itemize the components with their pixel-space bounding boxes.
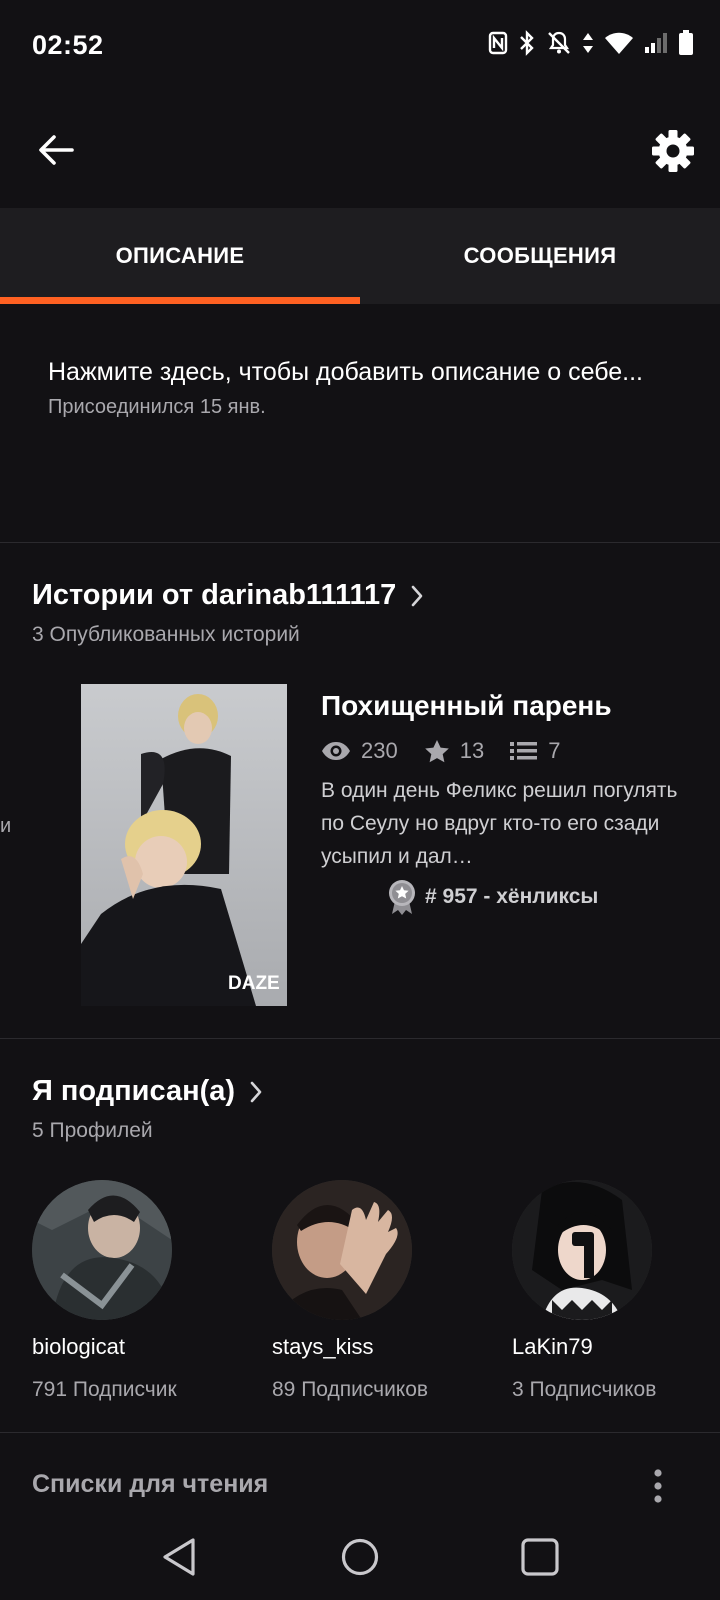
profile-followers: 791 Подписчик [32, 1378, 177, 1401]
star-icon [424, 740, 449, 763]
notifications-off-icon [546, 30, 572, 56]
profile-card[interactable]: biologicat 791 Подписчик [32, 1180, 252, 1402]
divider [0, 542, 720, 543]
parts-count: 7 [548, 738, 561, 763]
story-description: В один день Феликс решил погулять по Сеу… [321, 779, 678, 868]
add-description-prompt[interactable]: Нажмите здесь, чтобы добавить описание о… [48, 352, 688, 392]
arrow-left-icon [39, 135, 74, 165]
views-count: 230 [361, 738, 398, 763]
joined-date: Присоединился 15 янв. [48, 396, 266, 418]
stories-count: 3 Опубликованных историй [32, 623, 300, 646]
chevron-right-icon [250, 1081, 262, 1102]
gear-icon [652, 130, 694, 172]
divider [0, 1038, 720, 1039]
back-button[interactable] [34, 128, 78, 172]
avatar [32, 1180, 172, 1320]
profile-tabs: ОПИСАНИЕ СООБЩЕНИЯ [0, 208, 720, 304]
system-navigation-bar [0, 1516, 720, 1600]
nfc-icon [488, 31, 508, 55]
chevron-right-icon [412, 585, 423, 606]
story-rank[interactable]: # 957 - хёнликсы [387, 879, 691, 915]
nav-back-button[interactable] [155, 1532, 205, 1582]
active-tab-indicator [0, 297, 360, 304]
nav-home-button[interactable] [335, 1532, 385, 1582]
story-rank-label: # 957 - хёнликсы [425, 885, 599, 908]
divider [0, 1432, 720, 1433]
settings-button[interactable] [650, 128, 696, 174]
home-circle-icon [341, 1538, 379, 1576]
votes-stat: 13 [424, 738, 484, 764]
more-options-button[interactable] [648, 1466, 668, 1506]
eye-icon [322, 742, 350, 760]
about-section: Нажмите здесь, чтобы добавить описание о… [48, 352, 688, 419]
signal-icon [644, 32, 668, 54]
stories-section-title: Истории от darinab111117 [32, 579, 397, 611]
story-title: Похищенный парень [321, 690, 612, 721]
data-arrows-icon [582, 31, 594, 55]
profile-card[interactable]: stays_kiss 89 Подписчиков [272, 1180, 492, 1402]
back-triangle-icon [163, 1538, 195, 1576]
status-time: 02:52 [32, 30, 104, 60]
status-icons [488, 30, 694, 56]
profile-followers: 3 Подписчиков [512, 1378, 657, 1401]
battery-icon [678, 30, 694, 56]
profile-name: stays_kiss [272, 1334, 374, 1359]
profile-name: biologicat [32, 1334, 125, 1359]
nav-recents-button[interactable] [515, 1532, 565, 1582]
following-section-header[interactable]: Я подписан(а) [32, 1075, 263, 1108]
following-section-title: Я подписан(а) [32, 1075, 236, 1107]
previous-story-edge-text: и [0, 815, 12, 837]
story-stats: 230 13 7 [321, 738, 691, 764]
following-count: 5 Профилей [32, 1119, 153, 1142]
status-bar: 02:52 [0, 0, 720, 100]
bluetooth-icon [518, 30, 536, 56]
avatar [272, 1180, 412, 1320]
avatar [512, 1180, 652, 1320]
recents-square-icon [521, 1538, 559, 1576]
wifi-icon [604, 31, 634, 55]
parts-stat: 7 [510, 738, 560, 764]
profile-followers: 89 Подписчиков [272, 1378, 429, 1401]
story-cover[interactable]: DAZE [81, 684, 287, 1006]
award-ribbon-icon [389, 880, 415, 915]
profile-card[interactable]: LaKin79 3 Подписчиков [512, 1180, 720, 1402]
list-icon [510, 742, 538, 760]
profile-name: LaKin79 [512, 1334, 593, 1359]
stories-section-header[interactable]: Истории от darinab111117 [32, 579, 424, 612]
tab-messages[interactable]: СООБЩЕНИЯ [360, 208, 720, 304]
reading-lists-title: Списки для чтения [32, 1470, 269, 1498]
more-vertical-icon [654, 1469, 662, 1503]
views-stat: 230 [321, 738, 398, 764]
top-app-bar [0, 100, 720, 205]
votes-count: 13 [459, 738, 485, 763]
story-info[interactable]: Похищенный парень 230 13 7 В один день Ф… [321, 690, 691, 915]
tab-description[interactable]: ОПИСАНИЕ [0, 208, 360, 304]
cover-watermark: DAZE [228, 973, 280, 994]
